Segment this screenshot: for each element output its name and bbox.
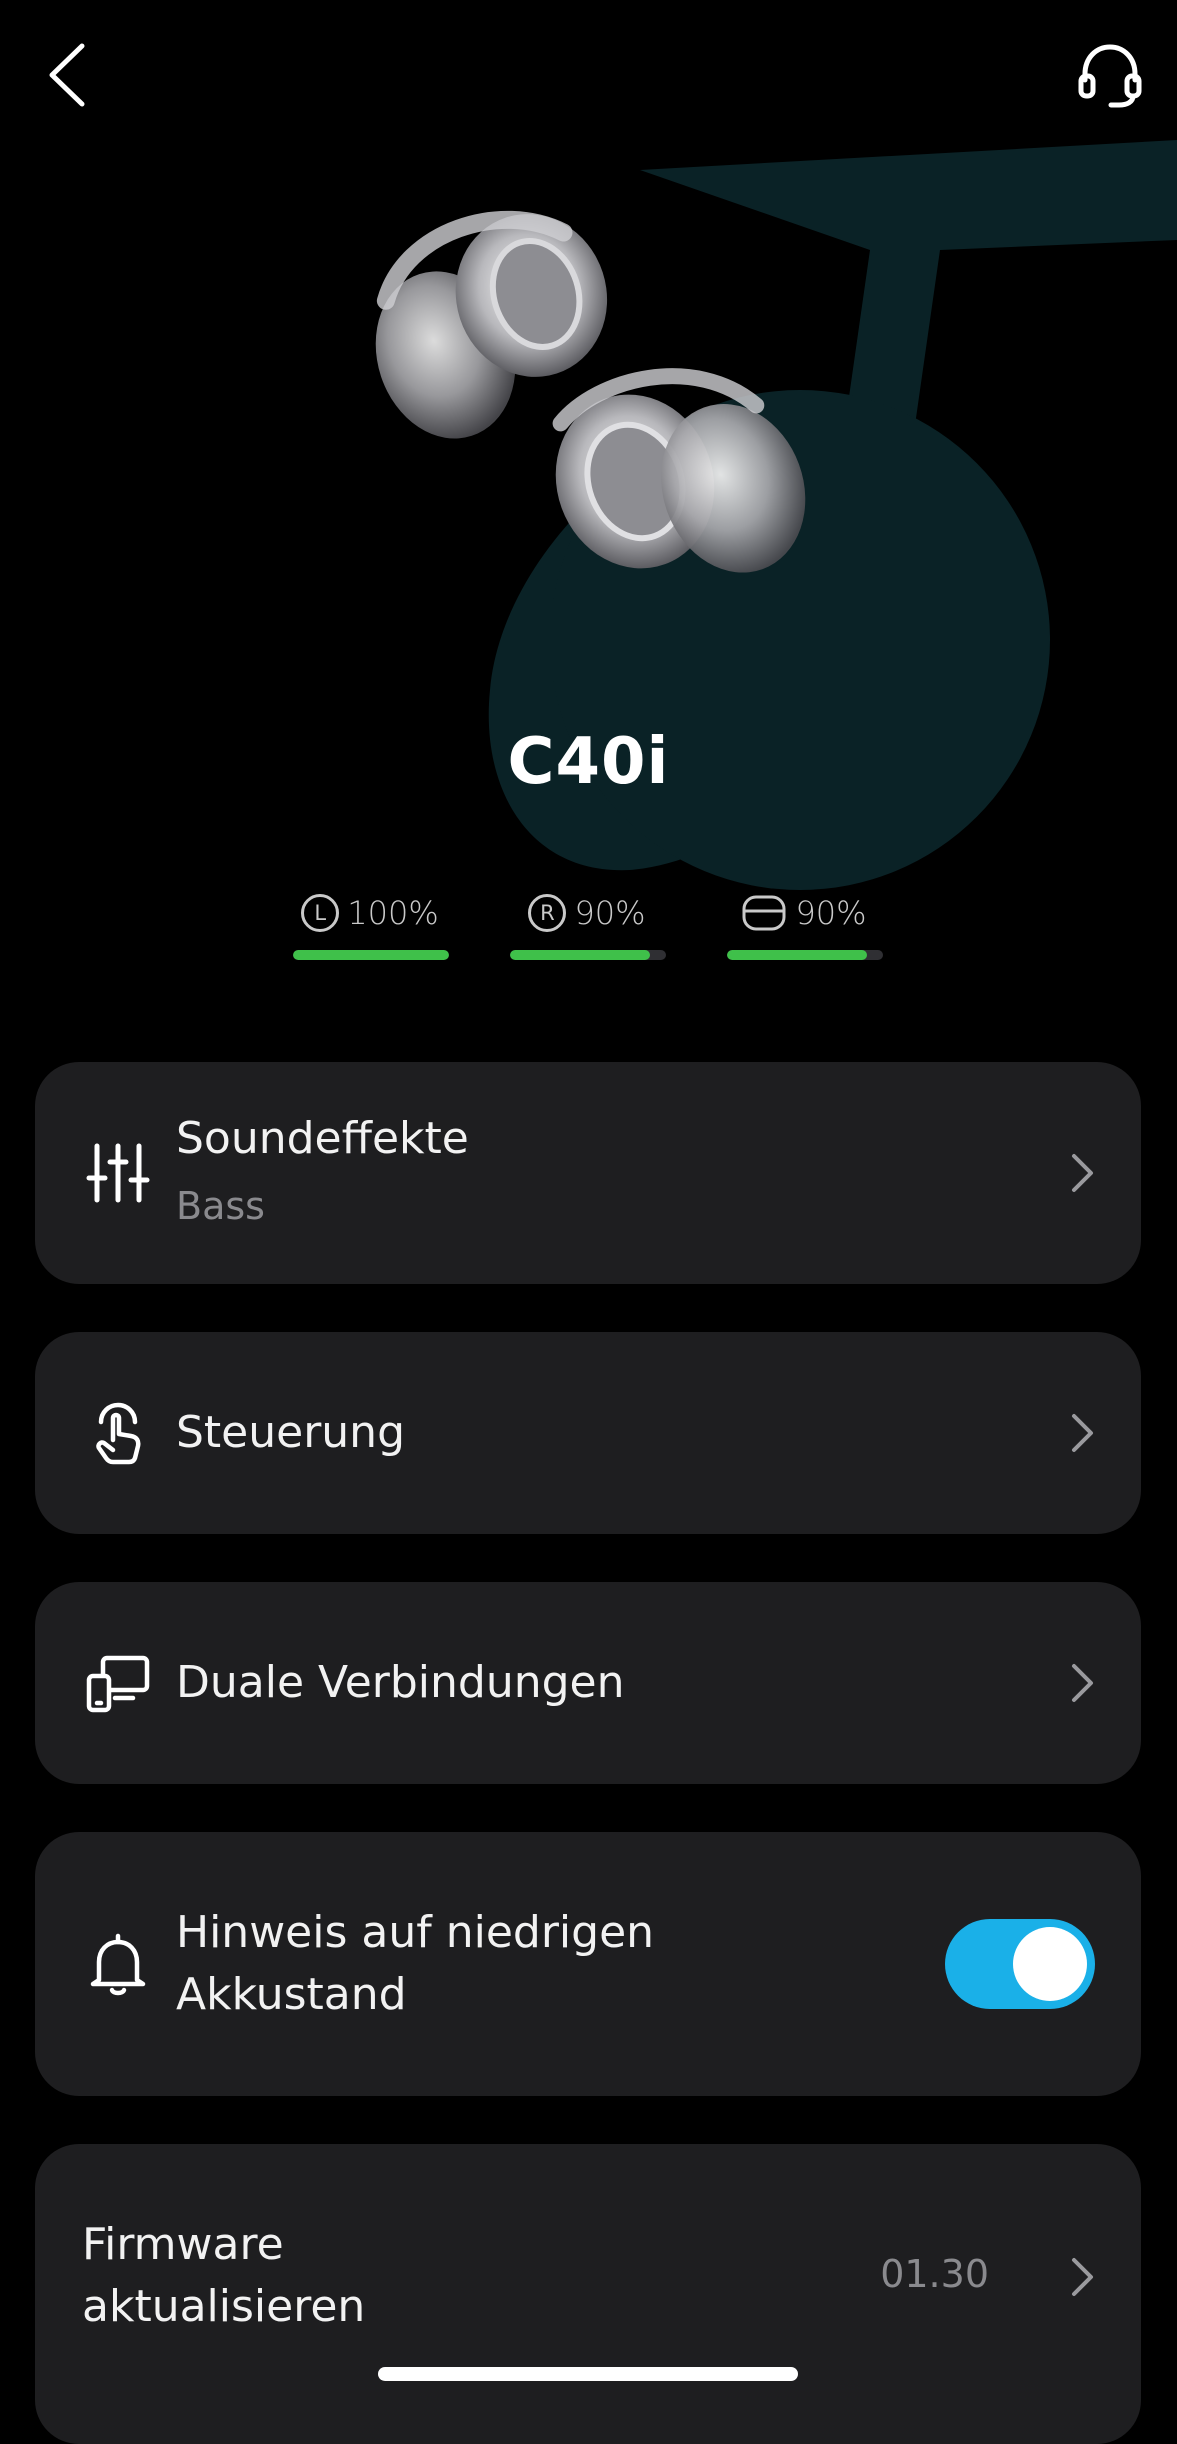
firmware-version: 01.30 [880, 2252, 989, 2296]
left-earbud-icon: L [301, 894, 340, 932]
chevron-right-icon [1072, 1154, 1093, 1192]
support-button[interactable] [1065, 30, 1155, 120]
sound-effects-item[interactable]: Soundeffekte Bass [35, 1062, 1141, 1284]
low-battery-title-line1: Hinweis auf niedrigen [176, 1907, 655, 1958]
device-name: C40i [507, 725, 670, 799]
low-battery-toggle[interactable] [945, 1919, 1095, 2009]
battery-left: L 100% [290, 890, 450, 960]
bell-icon [90, 1933, 146, 1996]
low-battery-title-line2: Akkustand [176, 1969, 407, 2020]
battery-status: L 100% R 90% 90% [290, 890, 890, 970]
firmware-update-item[interactable]: Firmware aktualisieren 01.30 [35, 2144, 1141, 2444]
battery-right: R 90% [507, 890, 667, 960]
equalizer-sliders-icon [86, 1143, 150, 1203]
firmware-title-line1: Firmware [82, 2219, 284, 2270]
home-indicator[interactable] [378, 2367, 798, 2381]
battery-right-bar [510, 950, 666, 960]
right-earbud-icon: R [528, 894, 567, 932]
battery-case-value: 90% [795, 894, 867, 932]
dual-connections-title: Duale Verbindungen [176, 1657, 625, 1708]
battery-case-fill [727, 950, 868, 960]
low-battery-alert-item: Hinweis auf niedrigen Akkustand [35, 1832, 1141, 2096]
battery-right-fill [510, 950, 651, 960]
chevron-right-icon [1072, 1414, 1093, 1452]
headset-support-icon [1078, 44, 1142, 108]
battery-left-fill [293, 950, 449, 960]
toggle-knob [1013, 1927, 1087, 2001]
firmware-title-line2: aktualisieren [82, 2281, 366, 2332]
multi-device-icon [86, 1655, 150, 1713]
earbuds-product-image [375, 210, 806, 573]
battery-case-bar [727, 950, 883, 960]
battery-left-bar [293, 950, 449, 960]
chevron-left-icon [49, 43, 85, 107]
battery-left-value: 100% [347, 894, 439, 932]
battery-case: 90% [724, 890, 884, 960]
sound-effects-value: Bass [176, 1184, 265, 1228]
sound-effects-title: Soundeffekte [176, 1113, 469, 1164]
back-button[interactable] [22, 30, 112, 120]
touch-gesture-icon [96, 1402, 141, 1465]
charging-case-icon [742, 895, 786, 931]
dual-connections-item[interactable]: Duale Verbindungen [35, 1582, 1141, 1784]
chevron-right-icon [1072, 1664, 1093, 1702]
controls-title: Steuerung [176, 1407, 406, 1458]
controls-item[interactable]: Steuerung [35, 1332, 1141, 1534]
chevron-right-icon [1072, 2258, 1093, 2296]
battery-right-value: 90% [574, 894, 646, 932]
